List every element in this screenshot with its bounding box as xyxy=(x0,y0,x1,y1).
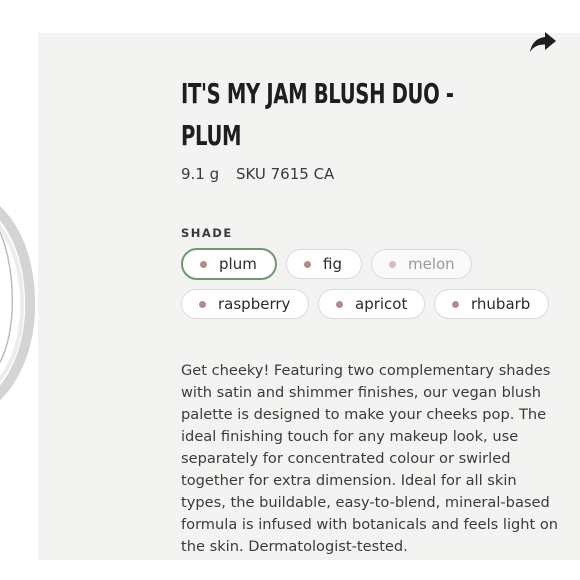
swatch-dot-icon xyxy=(452,300,459,308)
share-arrow-icon xyxy=(530,32,556,52)
swatch-dot-icon xyxy=(336,300,343,308)
shade-option-label: rhubarb xyxy=(471,295,531,313)
product-image[interactable] xyxy=(0,33,38,560)
swatch-dot-icon xyxy=(304,260,311,268)
product-title-line2: PLUM xyxy=(181,119,242,152)
swatch-dot-icon xyxy=(200,260,207,268)
shade-label: SHADE xyxy=(181,226,233,240)
shade-option-melon[interactable]: melon xyxy=(371,249,472,279)
product-sku: SKU 7615 CA xyxy=(235,165,335,183)
shade-option-rhubarb[interactable]: rhubarb xyxy=(434,289,549,319)
product-weight: 9.1 g xyxy=(181,165,220,183)
share-button[interactable] xyxy=(527,26,559,58)
swatch-dot-icon xyxy=(199,300,206,308)
shade-option-label: apricot xyxy=(355,295,408,313)
product-image-edge xyxy=(0,206,36,401)
shade-option-apricot[interactable]: apricot xyxy=(318,289,425,319)
product-meta: 9.1 g SKU 7615 CA xyxy=(181,165,334,183)
shade-option-raspberry[interactable]: raspberry xyxy=(181,289,309,319)
swatch-dot-icon xyxy=(389,260,396,268)
shade-option-label: melon xyxy=(408,255,455,273)
shade-option-label: plum xyxy=(219,255,257,273)
shade-option-label: fig xyxy=(323,255,342,273)
product-description: Get cheeky! Featuring two complementary … xyxy=(181,362,559,555)
product-title-line1: IT'S MY JAM BLUSH DUO - xyxy=(181,77,454,110)
shade-option-plum[interactable]: plum xyxy=(181,248,277,280)
shade-option-fig[interactable]: fig xyxy=(286,249,362,279)
product-page: IT'S MY JAM BLUSH DUO - PLUM 9.1 g SKU 7… xyxy=(0,0,580,580)
product-title: IT'S MY JAM BLUSH DUO - PLUM xyxy=(181,73,482,157)
shade-option-label: raspberry xyxy=(218,295,291,313)
